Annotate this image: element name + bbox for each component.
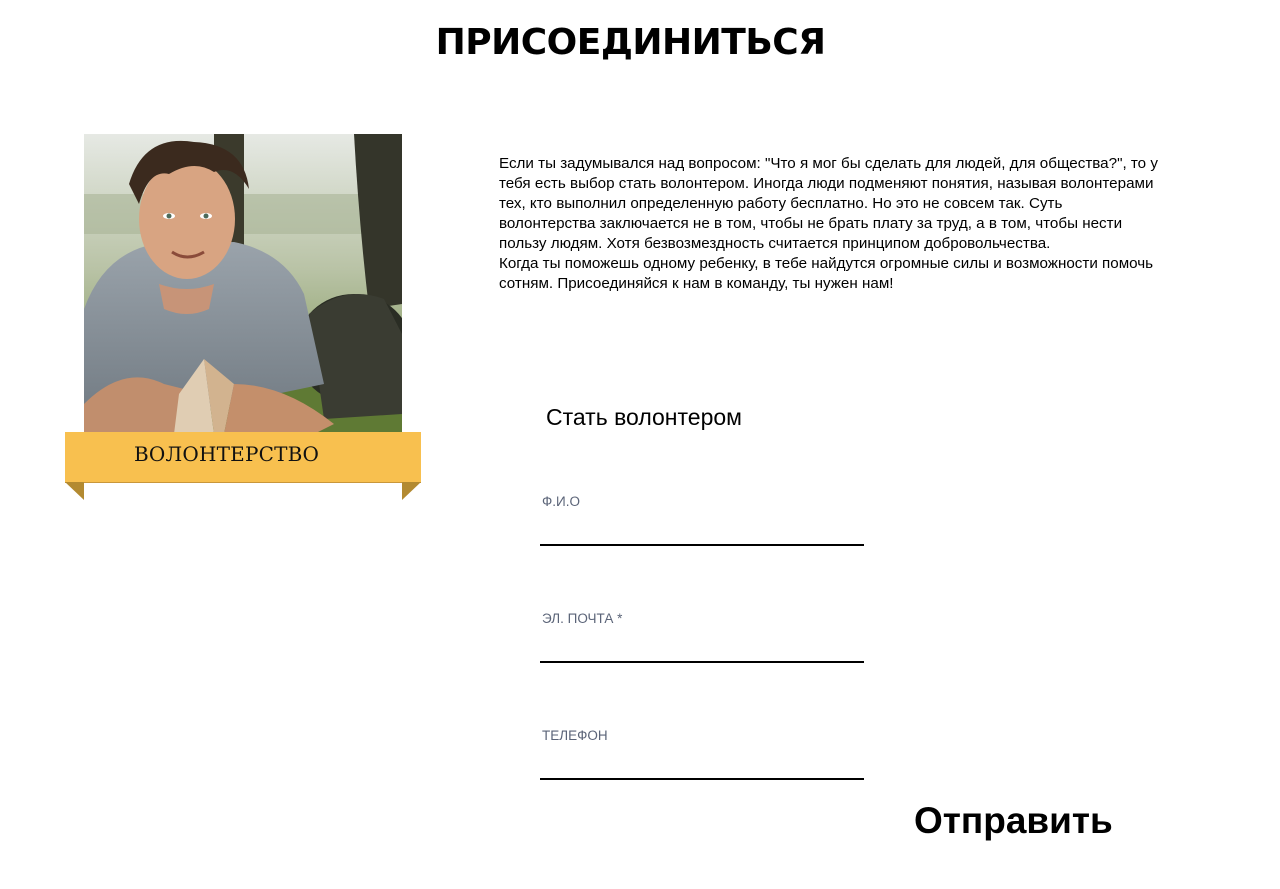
intro-paragraph: Когда ты поможешь одному ребенку, в тебе… (499, 255, 1154, 292)
intro-text: Если ты задумывался над вопросом: "Что я… (499, 154, 1159, 294)
phone-input[interactable] (540, 744, 864, 780)
submit-button[interactable]: Отправить (906, 797, 1121, 845)
phone-field-label: ТЕЛЕФОН (542, 728, 608, 743)
name-field: Ф.И.О (540, 494, 864, 546)
email-field-label: ЭЛ. ПОЧТА * (542, 611, 623, 626)
email-input[interactable] (540, 627, 864, 663)
intro-paragraph: Если ты задумывался над вопросом: "Что я… (499, 155, 1158, 252)
ribbon-fold-left (65, 482, 84, 500)
name-input[interactable] (540, 510, 864, 546)
page-title: ПРИСОЕДИНИТЬСЯ (435, 22, 826, 63)
name-field-label: Ф.И.О (542, 494, 580, 509)
volunteer-photo (84, 134, 402, 434)
form-title: Стать волонтером (546, 404, 742, 430)
ribbon-banner: ВОЛОНТЕРСТВО (65, 432, 421, 482)
phone-field: ТЕЛЕФОН (540, 728, 864, 780)
ribbon-fold-right (402, 482, 421, 500)
ribbon-label: ВОЛОНТЕРСТВО (134, 442, 320, 466)
email-field: ЭЛ. ПОЧТА * (540, 611, 864, 663)
